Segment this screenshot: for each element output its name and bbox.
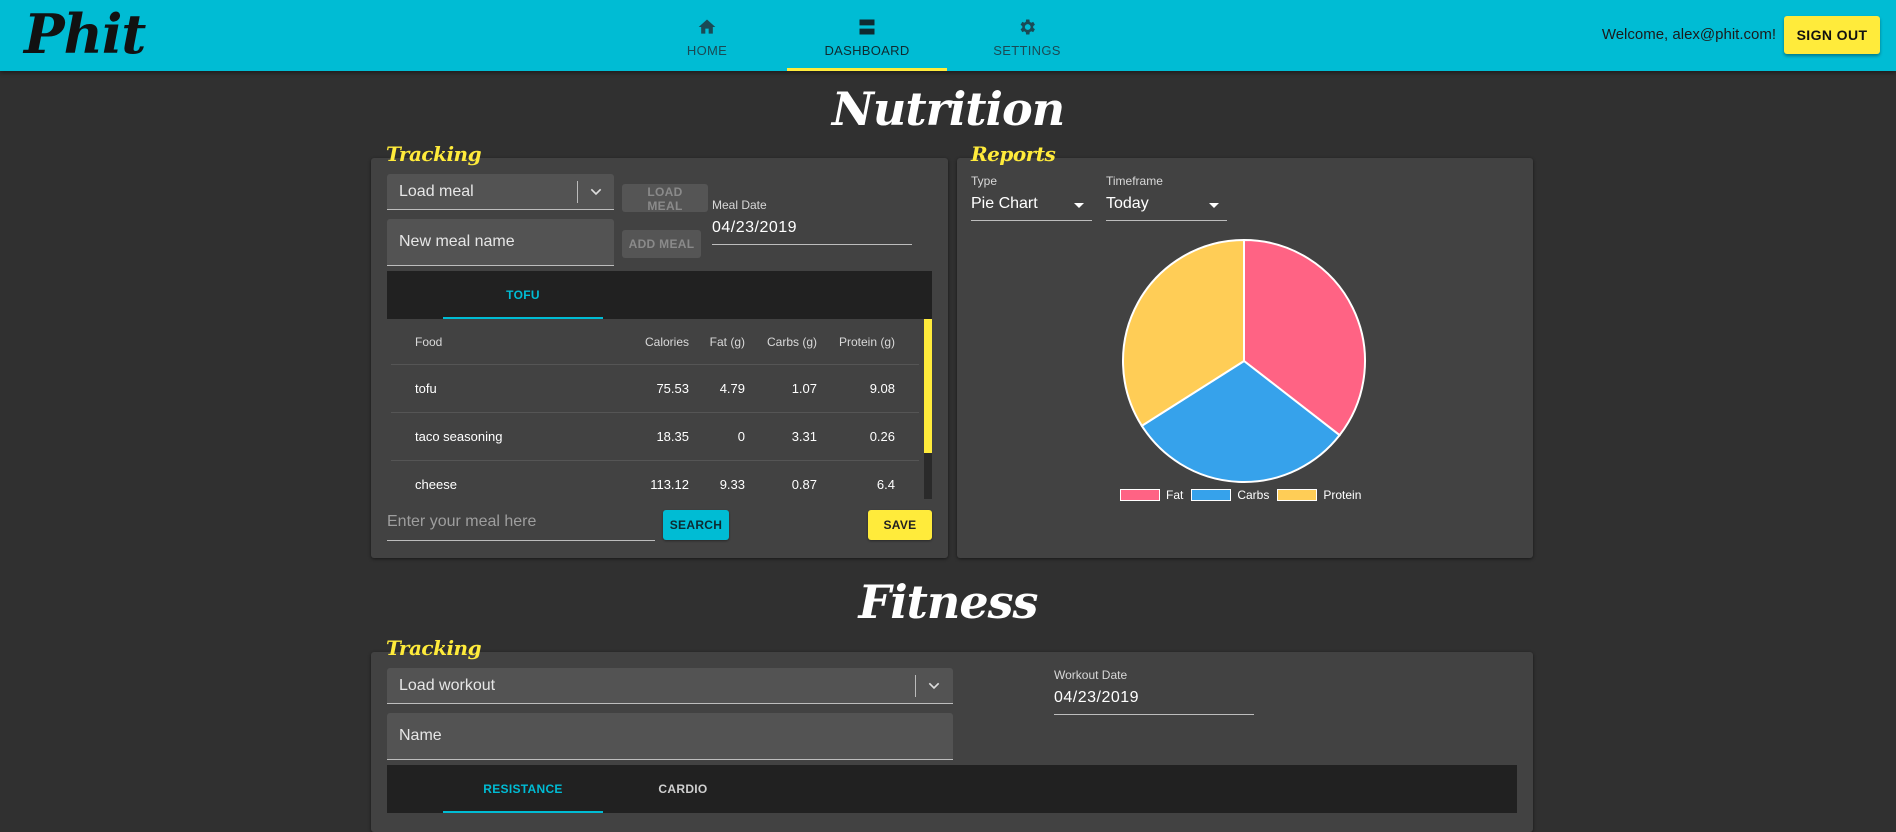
timeframe-value: Today <box>1106 195 1149 212</box>
load-meal-button[interactable]: LOAD MEAL <box>622 184 708 213</box>
cell-protein: 6.4 <box>876 477 895 492</box>
meal-tabs: TOFU <box>387 271 932 319</box>
nav-settings-label: SETTINGS <box>993 43 1061 58</box>
legend-label-protein: Protein <box>1323 488 1362 502</box>
cell-fat: 9.33 <box>719 477 745 492</box>
new-meal-name-input[interactable]: New meal name <box>387 219 614 266</box>
timeframe-label: Timeframe <box>1106 174 1163 188</box>
cell-calories: 18.35 <box>656 429 689 444</box>
select-separator <box>577 181 578 203</box>
select-separator <box>915 675 916 697</box>
workout-name-input[interactable]: Name <box>387 713 953 760</box>
legend-label-carbs: Carbs <box>1237 488 1270 502</box>
type-label: Type <box>971 174 998 188</box>
tab-cardio[interactable]: CARDIO <box>603 765 763 813</box>
legend-swatch-carbs <box>1191 489 1232 501</box>
app-logo[interactable]: Phit <box>24 2 146 66</box>
meal-date-label: Meal Date <box>712 198 767 212</box>
food-table: Food Calories Fat (g) Carbs (g) Protein … <box>391 319 919 499</box>
legend-item-protein[interactable]: Protein <box>1277 488 1361 502</box>
table-row[interactable]: tofu 75.53 4.79 1.07 9.08 <box>391 365 919 413</box>
welcome-text: Welcome, alex@phit.com! <box>1601 26 1776 43</box>
cell-carbs: 1.07 <box>791 381 817 396</box>
dashboard-icon <box>859 19 875 35</box>
fitness-title: Fitness <box>858 575 1039 629</box>
workout-date-input[interactable]: 04/23/2019 <box>1054 689 1254 715</box>
legend-item-fat[interactable]: Fat <box>1120 488 1183 502</box>
legend-swatch-fat <box>1120 489 1160 501</box>
col-calories: Calories <box>644 334 689 349</box>
reports-label: Reports <box>971 142 1056 166</box>
nutrition-pie-chart <box>1122 238 1366 483</box>
new-meal-placeholder: New meal name <box>399 233 515 250</box>
nutrition-tracking-label: Tracking <box>386 142 482 166</box>
caret-down-icon <box>1209 203 1219 208</box>
load-meal-placeholder: Load meal <box>399 182 474 200</box>
legend-item-carbs[interactable]: Carbs <box>1191 488 1269 502</box>
top-app-bar: Phit HOME DASHBOARD SETTINGS Welcome, al… <box>0 0 1896 71</box>
tab-resistance[interactable]: RESISTANCE <box>443 765 603 813</box>
cell-fat: 4.79 <box>719 381 745 396</box>
pie-legend: Fat Carbs Protein <box>1120 488 1369 502</box>
cell-food: taco seasoning <box>415 429 503 444</box>
search-button[interactable]: SEARCH <box>663 510 729 540</box>
nav-dashboard[interactable]: DASHBOARD <box>787 0 947 71</box>
cell-protein: 9.08 <box>869 381 895 396</box>
home-icon <box>698 19 716 34</box>
workout-name-placeholder: Name <box>399 727 442 744</box>
cell-carbs: 0.87 <box>791 477 817 492</box>
cell-food: tofu <box>415 381 437 396</box>
workout-date-label: Workout Date <box>1054 668 1128 682</box>
workout-tabs: RESISTANCE CARDIO <box>387 765 1517 813</box>
nutrition-title: Nutrition <box>831 82 1065 136</box>
meal-search-input[interactable]: Enter your meal here <box>387 513 655 541</box>
nav-dashboard-label: DASHBOARD <box>824 43 910 58</box>
col-carbs: Carbs (g) <box>766 334 817 349</box>
legend-swatch-protein <box>1277 489 1318 501</box>
add-meal-button[interactable]: ADD MEAL <box>622 230 701 258</box>
legend-label-fat: Fat <box>1166 488 1184 502</box>
table-row[interactable]: cheese 113.12 9.33 0.87 6.4 <box>391 461 919 500</box>
meal-date-input[interactable]: 04/23/2019 <box>712 219 912 245</box>
nav-home-label: HOME <box>686 43 728 58</box>
chevron-down-icon[interactable] <box>588 184 604 200</box>
cell-protein: 0.26 <box>869 429 895 444</box>
cell-food: cheese <box>415 477 457 492</box>
cell-calories: 75.53 <box>656 381 689 396</box>
nav-home[interactable]: HOME <box>627 0 787 71</box>
chart-type-value: Pie Chart <box>971 195 1038 212</box>
gear-icon <box>1020 19 1035 35</box>
table-scrollbar-thumb[interactable] <box>924 319 932 453</box>
fitness-tracking-label: Tracking <box>386 636 482 660</box>
chevron-down-icon[interactable] <box>926 678 942 694</box>
save-button[interactable]: SAVE <box>868 510 932 540</box>
col-food: Food <box>415 334 443 349</box>
table-header-row: Food Calories Fat (g) Carbs (g) Protein … <box>391 319 919 365</box>
table-row[interactable]: taco seasoning 18.35 0 3.31 0.26 <box>391 413 919 461</box>
cell-carbs: 3.31 <box>791 429 817 444</box>
caret-down-icon <box>1074 203 1084 208</box>
load-workout-select[interactable]: Load workout <box>387 668 953 704</box>
load-workout-placeholder: Load workout <box>399 676 496 694</box>
sign-out-button[interactable]: SIGN OUT <box>1784 16 1880 54</box>
nav-settings[interactable]: SETTINGS <box>947 0 1107 71</box>
chart-type-select[interactable]: Pie Chart <box>971 195 1092 221</box>
cell-fat: 0 <box>737 429 745 444</box>
cell-calories: 113.12 <box>650 477 689 492</box>
col-protein: Protein (g) <box>838 334 895 349</box>
load-meal-select[interactable]: Load meal <box>387 174 614 210</box>
timeframe-select[interactable]: Today <box>1106 195 1227 221</box>
tab-tofu[interactable]: TOFU <box>443 271 603 319</box>
col-fat: Fat (g) <box>709 334 745 349</box>
